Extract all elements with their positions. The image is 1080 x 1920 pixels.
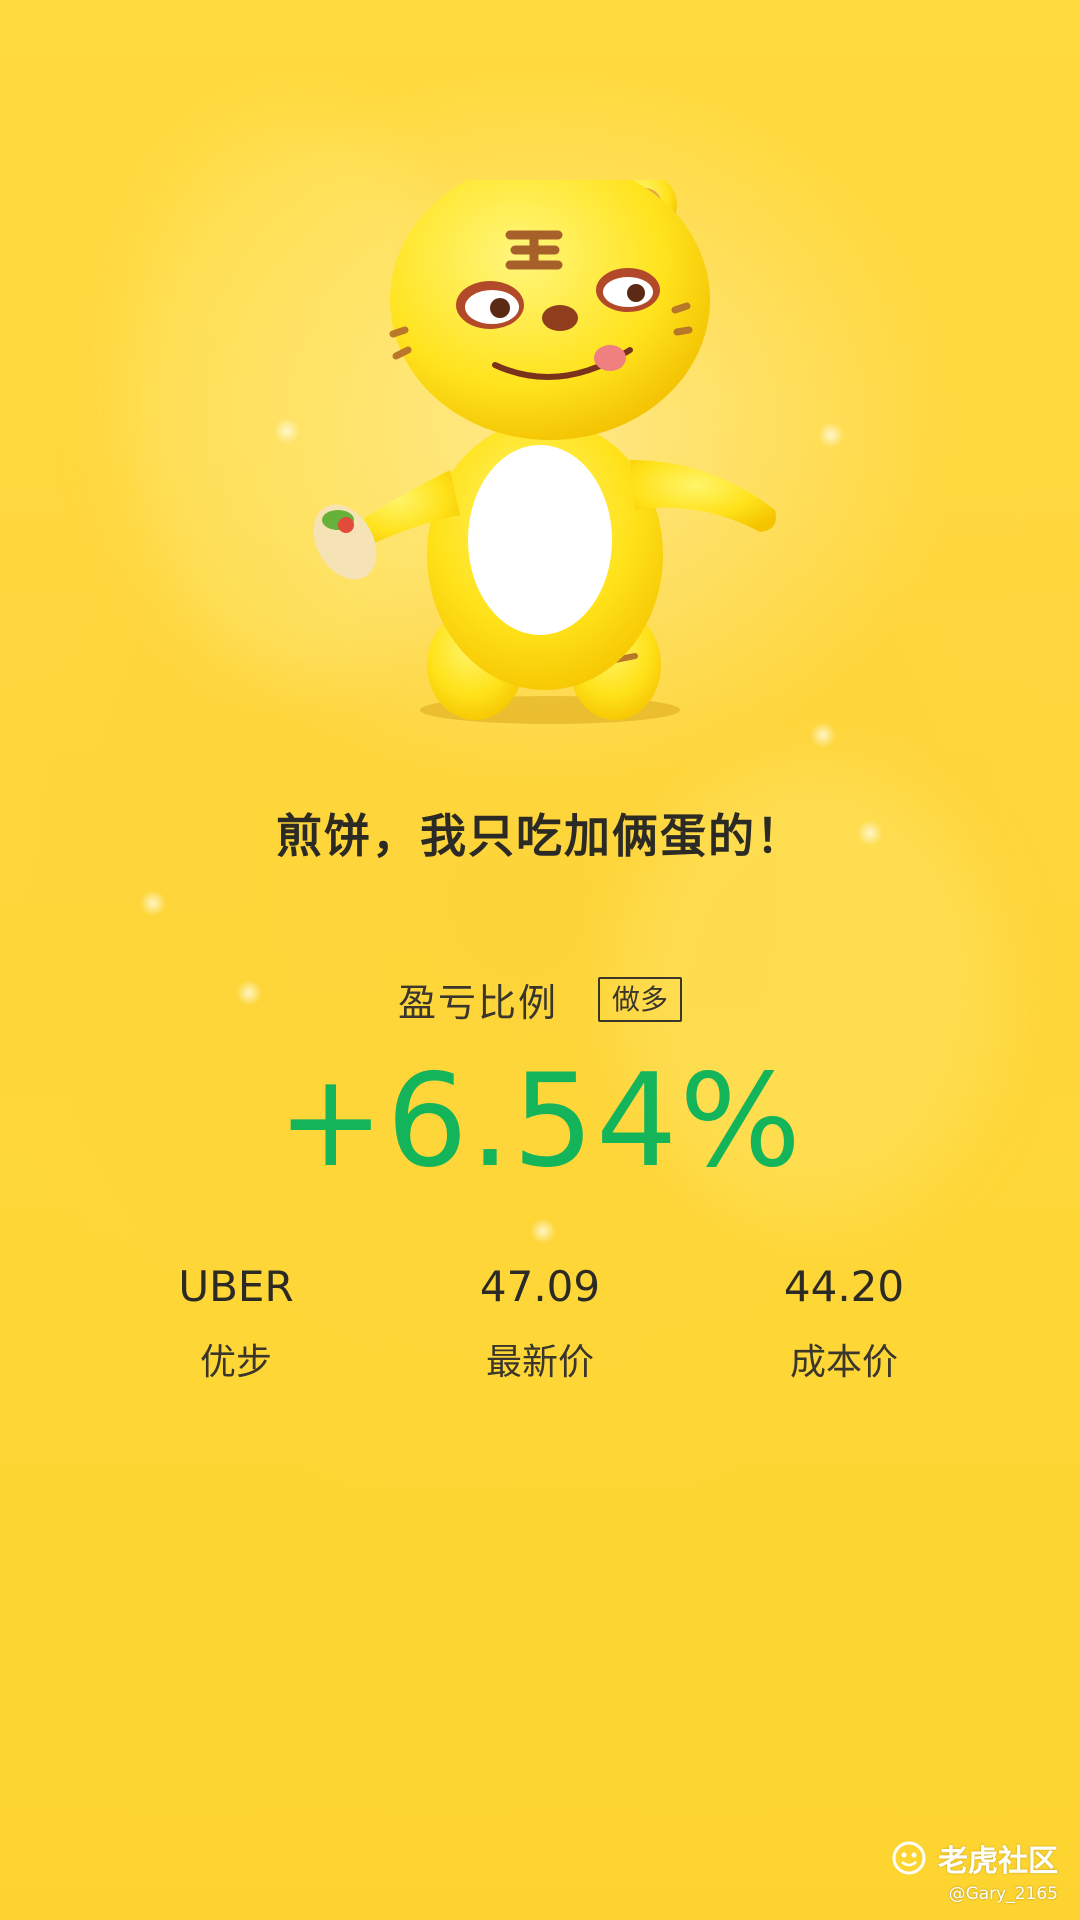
headline-text: 煎饼，我只吃加俩蛋的！ — [276, 809, 804, 863]
sparkle-decoration — [140, 890, 166, 916]
tiger-logo-icon — [892, 1841, 926, 1875]
stat-ticker: UBER 优步 — [106, 1262, 366, 1385]
sparkle-decoration — [530, 1218, 556, 1244]
latest-price-label: 最新价 — [485, 1342, 594, 1383]
company-name: 优步 — [199, 1342, 272, 1383]
latest-price-value: 47.09 — [479, 1262, 601, 1311]
tiger-mascot-icon — [313, 180, 776, 724]
cost-price-value: 44.20 — [783, 1262, 905, 1311]
user-handle: @Gary_2165 — [948, 1884, 1058, 1904]
brand-name: 老虎社区 — [938, 1844, 1058, 1879]
pnl-ratio-label: 盈亏比例 — [397, 981, 558, 1025]
brand-watermark: 老虎社区 — [892, 1836, 1058, 1880]
pnl-ratio-row: 盈亏比例 做多 — [0, 972, 1080, 1027]
direction-badge: 做多 — [598, 976, 683, 1023]
cost-price-label: 成本价 — [789, 1342, 898, 1383]
ticker-symbol: UBER — [178, 1262, 294, 1311]
sparkle-decoration — [810, 722, 836, 748]
sparkle-decoration — [818, 422, 844, 448]
stat-cost-price: 44.20 成本价 — [714, 1262, 974, 1385]
sparkle-decoration — [274, 418, 300, 444]
share-card-screen: 煎饼，我只吃加俩蛋的！ 盈亏比例 做多 +6.54% UBER 优步 47.09… — [0, 0, 1080, 1920]
stat-latest-price: 47.09 最新价 — [410, 1262, 670, 1385]
pnl-percent-value: +6.54% — [277, 1047, 803, 1196]
